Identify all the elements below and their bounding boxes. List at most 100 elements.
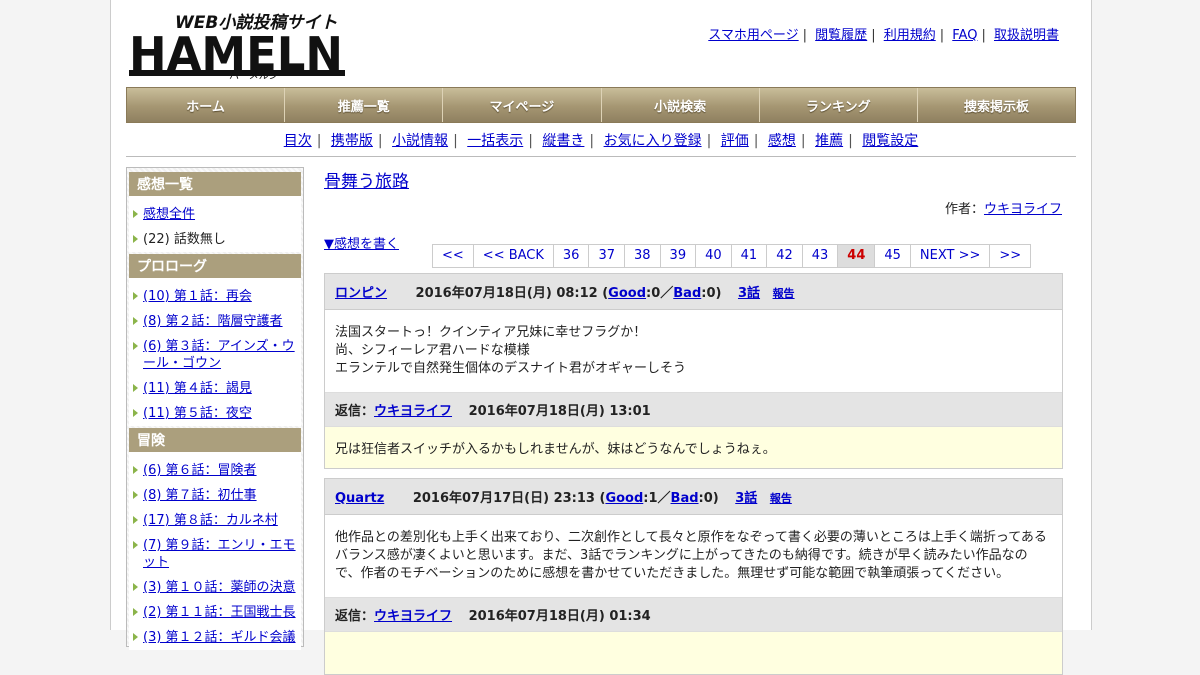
good-link[interactable]: Good bbox=[608, 286, 646, 301]
manual-link[interactable]: 取扱説明書 bbox=[994, 28, 1059, 43]
nav-search-board[interactable]: 捜索掲示板 bbox=[917, 88, 1076, 122]
page-next[interactable]: NEXT >> bbox=[910, 245, 991, 267]
subnav-mobile[interactable]: 携帯版 bbox=[331, 133, 373, 149]
report-link[interactable]: 報告 bbox=[773, 287, 795, 300]
history-link[interactable]: 閲覧履歴 bbox=[815, 28, 867, 43]
subnav-recommend[interactable]: 推薦 bbox=[815, 133, 843, 149]
subnav-show-all[interactable]: 一括表示 bbox=[467, 133, 523, 149]
subnav-comments[interactable]: 感想 bbox=[768, 133, 796, 149]
pagination: << << BACK 36 37 38 39 40 41 42 43 44 45… bbox=[432, 244, 1032, 268]
episode-link[interactable]: 3話 bbox=[735, 491, 757, 506]
global-nav: ホーム 推薦一覧 マイページ 小説検索 ランキング 捜索掲示板 bbox=[126, 87, 1076, 123]
sidebar-item[interactable]: (6) 第３話：アインズ・ウール・ゴウン bbox=[129, 334, 301, 376]
reply-label: 返信： bbox=[335, 609, 375, 624]
page-number[interactable]: 45 bbox=[875, 245, 911, 267]
author-line: 作者：ウキヨライフ bbox=[324, 198, 1062, 217]
comment-header: ロンピン 2016年07月18日(月) 08:12 (Good:0／Bad:0)… bbox=[325, 274, 1062, 310]
comment-line: 他作品との差別化も上手く出来ており、二次創作として長々と原作をなぞって書く必要の… bbox=[335, 530, 1047, 581]
subnav-favorite[interactable]: お気に入り登録 bbox=[604, 133, 702, 149]
page-number[interactable]: 39 bbox=[660, 245, 697, 267]
comment-card: Quartz 2016年07月17日(日) 23:13 (Good:1／Bad:… bbox=[324, 478, 1063, 675]
nav-ranking[interactable]: ランキング bbox=[759, 88, 918, 122]
author-label: 作者： bbox=[944, 202, 984, 217]
separator: | bbox=[981, 28, 986, 43]
commenter-link[interactable]: Quartz bbox=[335, 491, 384, 506]
sidebar-item[interactable]: (8) 第２話：階層守護者 bbox=[129, 309, 301, 334]
reply-author-link[interactable]: ウキヨライフ bbox=[374, 404, 452, 419]
reply-date: 2016年07月18日(月) 13:01 bbox=[468, 404, 651, 419]
page-back[interactable]: << BACK bbox=[473, 245, 554, 267]
sidebar-section-prologue: プロローグ (10) 第１話：再会 (8) 第２話：階層守護者 (6) 第３話：… bbox=[129, 254, 301, 426]
page-number[interactable]: 42 bbox=[767, 245, 803, 267]
comment-header: Quartz 2016年07月17日(日) 23:13 (Good:1／Bad:… bbox=[325, 479, 1062, 515]
good-link[interactable]: Good bbox=[605, 491, 643, 506]
page-number[interactable]: 41 bbox=[731, 245, 768, 267]
smartphone-page-link[interactable]: スマホ用ページ bbox=[708, 28, 798, 43]
bad-count: :0) bbox=[698, 491, 719, 506]
nav-mypage[interactable]: マイページ bbox=[443, 88, 602, 122]
reply-author-link[interactable]: ウキヨライフ bbox=[374, 609, 452, 624]
sidebar-section-adventure: 冒険 (6) 第６話：冒険者 (8) 第７話：初仕事 (17) 第８話：カルネ村… bbox=[129, 428, 301, 650]
sidebar-item[interactable]: (3) 第１０話：薬師の決意 bbox=[129, 575, 301, 600]
sidebar-item[interactable]: (3) 第１２話：ギルド会議 bbox=[129, 625, 301, 650]
reply-date: 2016年07月18日(月) 01:34 bbox=[468, 609, 651, 624]
sidebar-item[interactable]: (8) 第７話：初仕事 bbox=[129, 483, 301, 508]
episode-link[interactable]: 3話 bbox=[738, 286, 760, 301]
sidebar-item[interactable]: (2) 第１１話：王国戦士長 bbox=[129, 600, 301, 625]
sidebar-heading: プロローグ bbox=[129, 254, 301, 278]
comment-line: エランテルで自然発生個体のデスナイト君がオギャーしそう bbox=[335, 361, 687, 376]
page-number[interactable]: 40 bbox=[696, 245, 732, 267]
comment-line: 尚、シフィーレア君ハードな模様 bbox=[335, 343, 530, 358]
sidebar-heading: 冒険 bbox=[129, 428, 301, 452]
comment-body: 他作品との差別化も上手く出来ており、二次創作として長々と原作をなぞって書く必要の… bbox=[325, 515, 1062, 597]
good-count: :0／ bbox=[646, 286, 674, 301]
nav-home[interactable]: ホーム bbox=[127, 88, 286, 122]
sidebar-item[interactable]: (6) 第６話：冒険者 bbox=[129, 458, 301, 483]
author-link[interactable]: ウキヨライフ bbox=[984, 202, 1062, 217]
page-number[interactable]: 37 bbox=[589, 245, 625, 267]
bad-link[interactable]: Bad bbox=[671, 491, 699, 506]
page-container: WEB小説投稿サイト HAMELN ハーメルン スマホ用ページ | 閲覧履歴 | 利… bbox=[110, 0, 1092, 675]
subnav-view-settings[interactable]: 閲覧設定 bbox=[862, 133, 918, 149]
sidebar: 感想一覧 感想全件 (22) 話数無し プロローグ (10) 第１話：再会 (8… bbox=[126, 167, 304, 650]
comment-date: 2016年07月18日(月) 08:12 bbox=[415, 286, 598, 301]
sidebar-item: (22) 話数無し bbox=[129, 227, 301, 252]
subnav-toc[interactable]: 目次 bbox=[284, 133, 312, 149]
terms-link[interactable]: 利用規約 bbox=[884, 28, 936, 43]
sidebar-heading: 感想一覧 bbox=[129, 172, 301, 196]
reply-header: 返信：ウキヨライフ 2016年07月18日(月) 01:34 bbox=[325, 597, 1062, 631]
sidebar-item[interactable]: (17) 第８話：カルネ村 bbox=[129, 508, 301, 533]
sidebar-item[interactable]: (11) 第５話：夜空 bbox=[129, 401, 301, 426]
novel-title-link[interactable]: 骨舞う旅路 bbox=[324, 172, 409, 192]
nav-novel-search[interactable]: 小説検索 bbox=[601, 88, 760, 122]
divider bbox=[126, 156, 1076, 157]
nav-recommendations[interactable]: 推薦一覧 bbox=[285, 88, 444, 122]
comment-body: 法国スタートっ！クインティア兄妹に幸せフラグか！ 尚、シフィーレア君ハードな模様… bbox=[325, 310, 1062, 392]
comment-line: 法国スタートっ！クインティア兄妹に幸せフラグか！ bbox=[335, 325, 647, 340]
sidebar-item[interactable]: 感想全件 bbox=[129, 202, 301, 227]
sidebar-item[interactable]: (7) 第９話：エンリ・エモット bbox=[129, 533, 301, 575]
sidebar-item[interactable]: (10) 第１話：再会 bbox=[129, 284, 301, 309]
page-last[interactable]: >> bbox=[990, 245, 1031, 267]
page-number[interactable]: 43 bbox=[802, 245, 839, 267]
page-number[interactable]: 38 bbox=[625, 245, 661, 267]
reply-label: 返信： bbox=[335, 404, 375, 419]
page-current: 44 bbox=[838, 245, 876, 267]
comment-date: 2016年07月17日(日) 23:13 bbox=[412, 491, 595, 506]
commenter-link[interactable]: ロンピン bbox=[335, 286, 387, 301]
page-number[interactable]: 36 bbox=[553, 245, 590, 267]
hameln-logo[interactable]: WEB小説投稿サイト HAMELN ハーメルン bbox=[127, 8, 347, 80]
subnav-rating[interactable]: 評価 bbox=[721, 133, 749, 149]
reply-header: 返信：ウキヨライフ 2016年07月18日(月) 13:01 bbox=[325, 392, 1062, 426]
report-link[interactable]: 報告 bbox=[770, 492, 792, 505]
subnav-novel-info[interactable]: 小説情報 bbox=[392, 133, 448, 149]
page-first[interactable]: << bbox=[433, 245, 474, 267]
faq-link[interactable]: FAQ bbox=[952, 28, 977, 43]
subnav-vertical[interactable]: 縦書き bbox=[542, 133, 584, 149]
sidebar-section-comments: 感想一覧 感想全件 (22) 話数無し bbox=[129, 172, 301, 252]
main-content: 骨舞う旅路 作者：ウキヨライフ ▼感想を書く << << BACK 36 37 … bbox=[324, 167, 1063, 675]
bad-link[interactable]: Bad bbox=[673, 286, 701, 301]
top-links: スマホ用ページ | 閲覧履歴 | 利用規約 | FAQ | 取扱説明書 bbox=[704, 24, 1063, 43]
novel-subnav: 目次 | 携帯版 | 小説情報 | 一括表示 | 縦書き | お気に入り登録 | 評価 | 感… bbox=[283, 133, 919, 149]
sidebar-item[interactable]: (11) 第４話：謁見 bbox=[129, 376, 301, 401]
